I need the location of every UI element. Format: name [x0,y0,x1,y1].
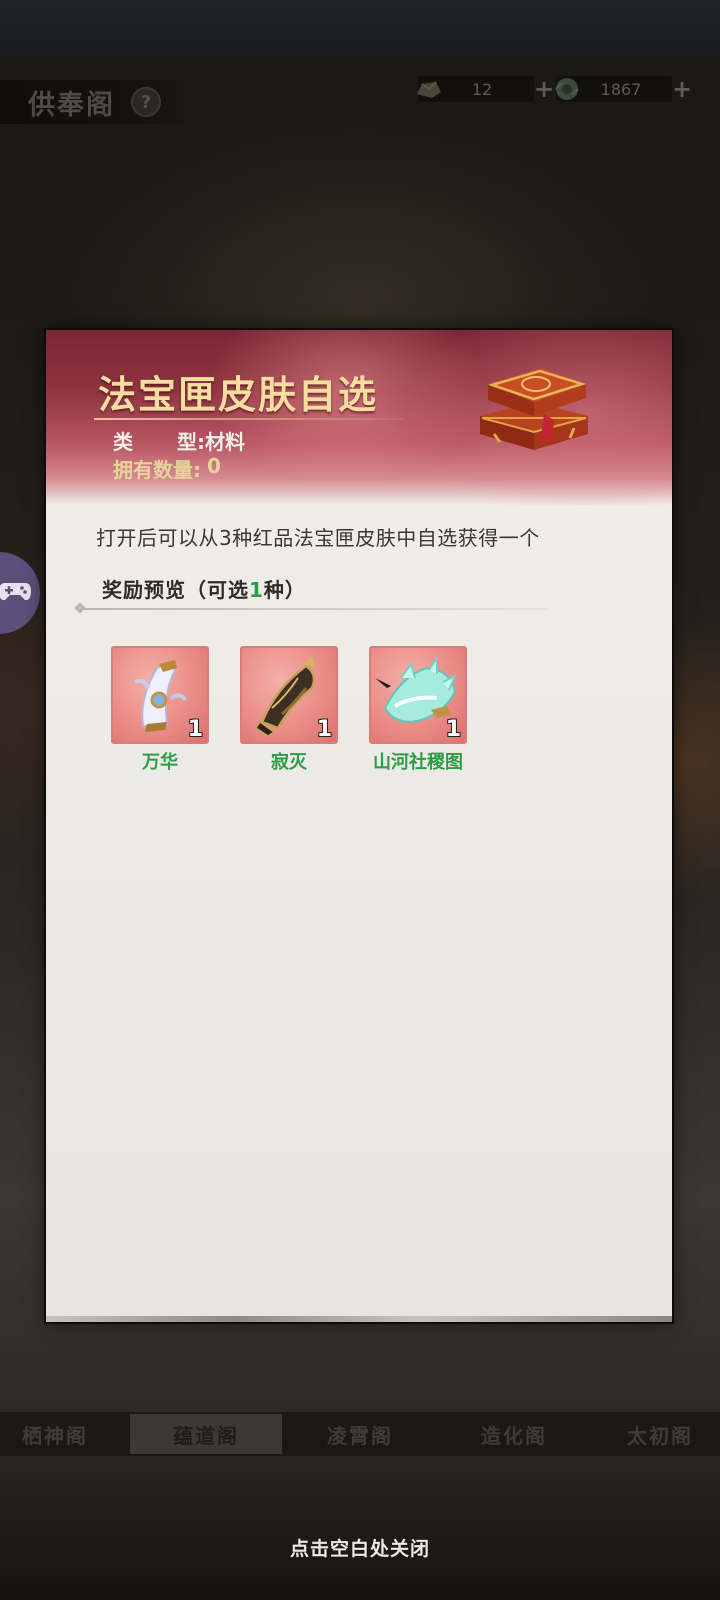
tab-taichu[interactable]: 太初阁 [600,1414,720,1454]
tab-yundao[interactable]: 蕴道阁 [130,1414,282,1454]
currency-jade-pill: 1867 [555,76,672,102]
tab-qishen[interactable]: 栖神阁 [0,1414,110,1454]
type-value: 材料 [205,430,245,454]
gold-ingot-icon [412,74,446,104]
top-band [0,0,720,56]
reward-item-count: 1 [316,717,332,742]
reward-item-wanhua[interactable]: 1 万华 [108,646,212,774]
tab-zaohua[interactable]: 造化阁 [444,1414,584,1454]
gamepad-icon [0,579,32,607]
item-description: 打开后可以从3种红品法宝匣皮肤中自选获得一个 [96,526,540,550]
tab-lingxiao[interactable]: 凌霄阁 [290,1414,430,1454]
add-jade-button[interactable]: + [672,77,692,101]
reward-heading-prefix: 奖励预览（可选 [102,578,249,602]
type-label-2: 型: [177,430,205,454]
bottom-tab-bar: 栖神阁 蕴道阁 凌霄阁 造化阁 太初阁 [0,1412,720,1456]
reward-divider [78,608,548,610]
own-value: 0 [207,454,221,478]
reward-item-name: 山河社稷图 [373,752,463,773]
title-divider [94,418,404,420]
reward-heading-count: 1 [249,578,264,602]
modal-title: 法宝匣皮肤自选 [98,372,379,417]
own-label: 拥有数量: [113,458,201,482]
reward-preview-heading: 奖励预览（可选1种） [102,574,306,603]
item-own-row: 拥有数量: 0 [113,454,221,483]
question-mark-icon[interactable]: ? [131,87,161,117]
reward-item-tile[interactable]: 1 [369,646,467,744]
reward-item-name: 寂灭 [271,752,307,773]
reward-item-name: 万华 [142,752,178,773]
reward-item-shanhe[interactable]: 1 山河社稷图 [366,646,470,774]
reward-item-jimie[interactable]: 1 寂灭 [237,646,341,774]
reward-item-count: 1 [187,717,203,742]
currency-gold: 12 + [417,74,554,104]
currency-gold-pill: 12 [417,76,534,102]
close-hint[interactable]: 点击空白处关闭 [0,1534,720,1561]
page-header: 供奉阁 ? [0,80,198,124]
page-title: 供奉阁 [28,89,115,121]
type-label-1: 类 [113,430,133,454]
reward-item-count: 1 [445,717,461,742]
reward-item-tile[interactable]: 1 [240,646,338,744]
treasure-chest-icon [474,354,594,454]
jade-token-icon [550,74,584,104]
item-detail-modal: 法宝匣皮肤自选 类 型: 材料 拥有数量: 0 打开后可以从3种红品法宝匣皮肤中… [46,330,672,1322]
item-type-row: 类 型: 材料 [113,426,245,455]
currency-jade: 1867 + [555,74,692,104]
reward-item-tile[interactable]: 1 [111,646,209,744]
reward-heading-suffix: 种） [263,578,306,602]
